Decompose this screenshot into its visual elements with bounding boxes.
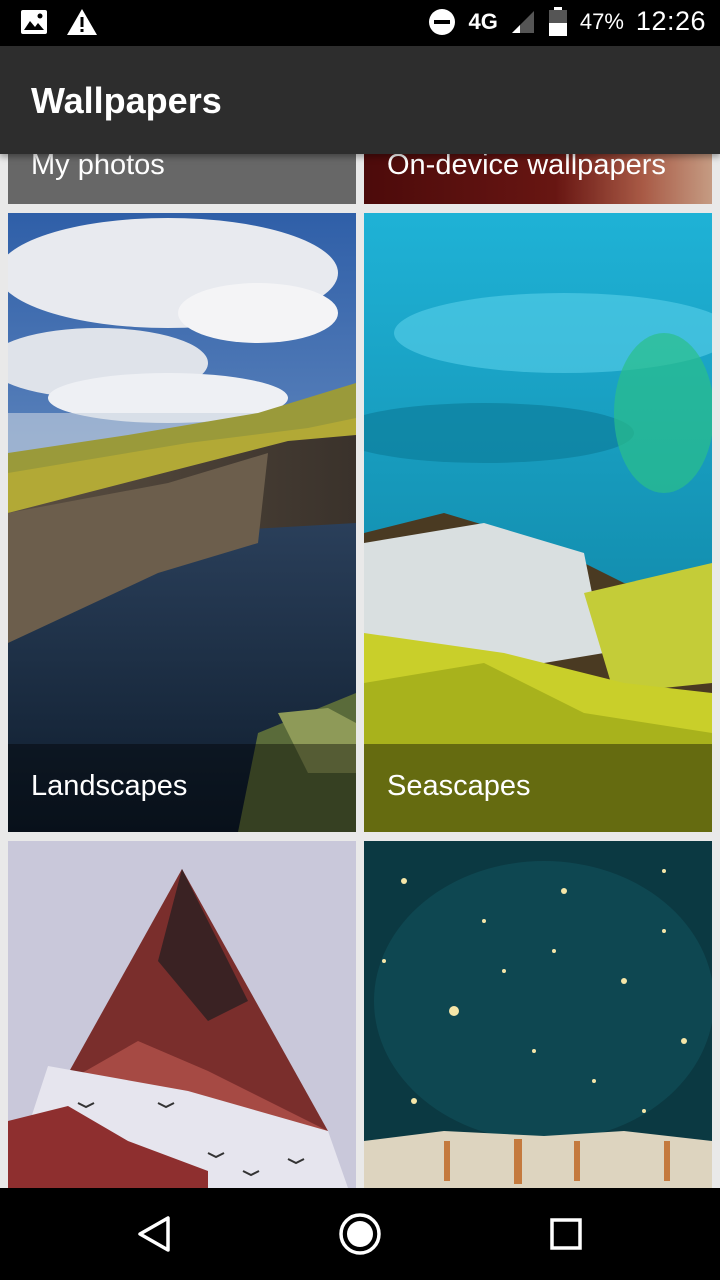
app-bar: Wallpapers <box>0 46 720 154</box>
home-button[interactable] <box>338 1212 382 1256</box>
landscape-image <box>8 213 356 832</box>
wallpaper-category-grid[interactable]: My photos On-device wallpapers Landscape… <box>0 0 720 1188</box>
tile-seascapes[interactable]: Seascapes <box>364 213 712 832</box>
tile-landscapes[interactable]: Landscapes <box>8 213 356 832</box>
navigation-bar <box>0 1188 720 1280</box>
tile-label-bg: Landscapes <box>8 744 356 832</box>
seascape-image <box>364 213 712 832</box>
tile-geometric[interactable] <box>8 841 356 1188</box>
tile-label: Landscapes <box>31 770 188 802</box>
recents-icon <box>550 1218 582 1250</box>
page-title: Wallpapers <box>31 80 222 121</box>
back-button[interactable] <box>132 1212 176 1256</box>
back-icon <box>138 1216 170 1252</box>
recents-button[interactable] <box>544 1212 588 1256</box>
tile-space[interactable] <box>364 841 712 1188</box>
tile-label: Seascapes <box>387 770 531 802</box>
geometric-mountain-image <box>8 841 356 1188</box>
home-icon <box>339 1213 381 1255</box>
starfield-image <box>364 841 712 1188</box>
tile-label-bg: Seascapes <box>364 744 712 832</box>
